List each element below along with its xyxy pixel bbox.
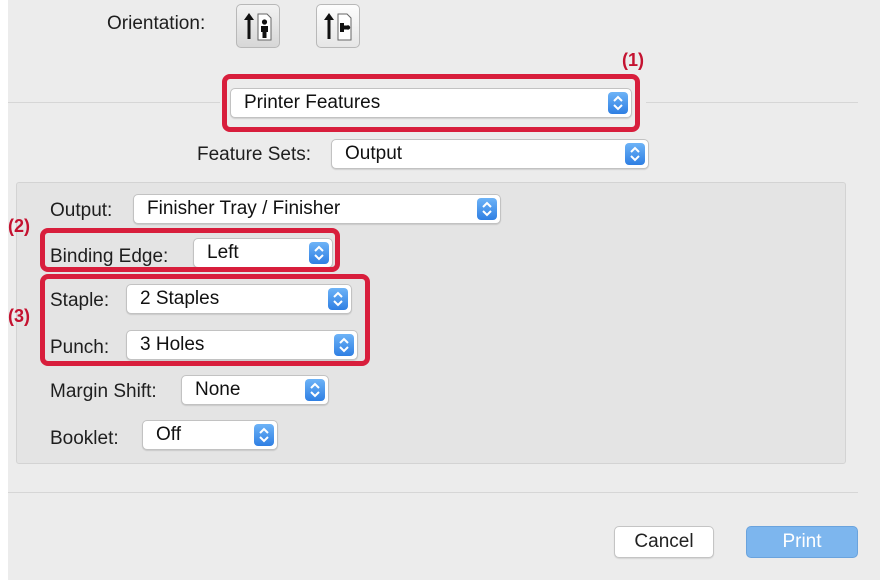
orientation-label: Orientation: xyxy=(107,13,206,34)
output-label: Output: xyxy=(50,200,113,221)
output-popup[interactable]: Finisher Tray / Finisher xyxy=(133,194,501,224)
landscape-icon xyxy=(324,13,352,41)
chevron-updown-icon xyxy=(625,143,645,165)
callout-3: (3) xyxy=(8,306,30,326)
booklet-popup[interactable]: Off xyxy=(142,420,278,450)
print-button[interactable]: Print xyxy=(746,526,858,558)
feature-sets-label: Feature Sets: xyxy=(197,144,312,165)
chevron-updown-icon xyxy=(305,379,325,401)
margin-shift-popup[interactable]: None xyxy=(181,375,329,405)
chevron-updown-icon xyxy=(477,198,497,220)
callout-2: (2) xyxy=(8,216,30,236)
separator-top-right xyxy=(646,102,858,103)
feature-sets-popup[interactable]: Output xyxy=(331,139,649,169)
portrait-icon xyxy=(244,13,272,41)
orientation-landscape-button[interactable] xyxy=(316,4,360,48)
separator-bottom xyxy=(8,492,858,493)
chevron-updown-icon xyxy=(254,424,274,446)
output-value: Finisher Tray / Finisher xyxy=(147,198,341,219)
orientation-portrait-button[interactable] xyxy=(236,4,280,48)
highlight-box-2 xyxy=(40,228,340,272)
cancel-button[interactable]: Cancel xyxy=(614,526,714,558)
margin-shift-value: None xyxy=(195,379,241,400)
feature-sets-value: Output xyxy=(345,143,403,164)
booklet-value: Off xyxy=(156,424,181,445)
margin-shift-label: Margin Shift: xyxy=(50,381,157,402)
highlight-box-1 xyxy=(222,74,640,132)
booklet-label: Booklet: xyxy=(50,428,119,449)
callout-1: (1) xyxy=(622,50,644,70)
highlight-box-3 xyxy=(40,274,370,366)
separator-top xyxy=(8,102,220,103)
